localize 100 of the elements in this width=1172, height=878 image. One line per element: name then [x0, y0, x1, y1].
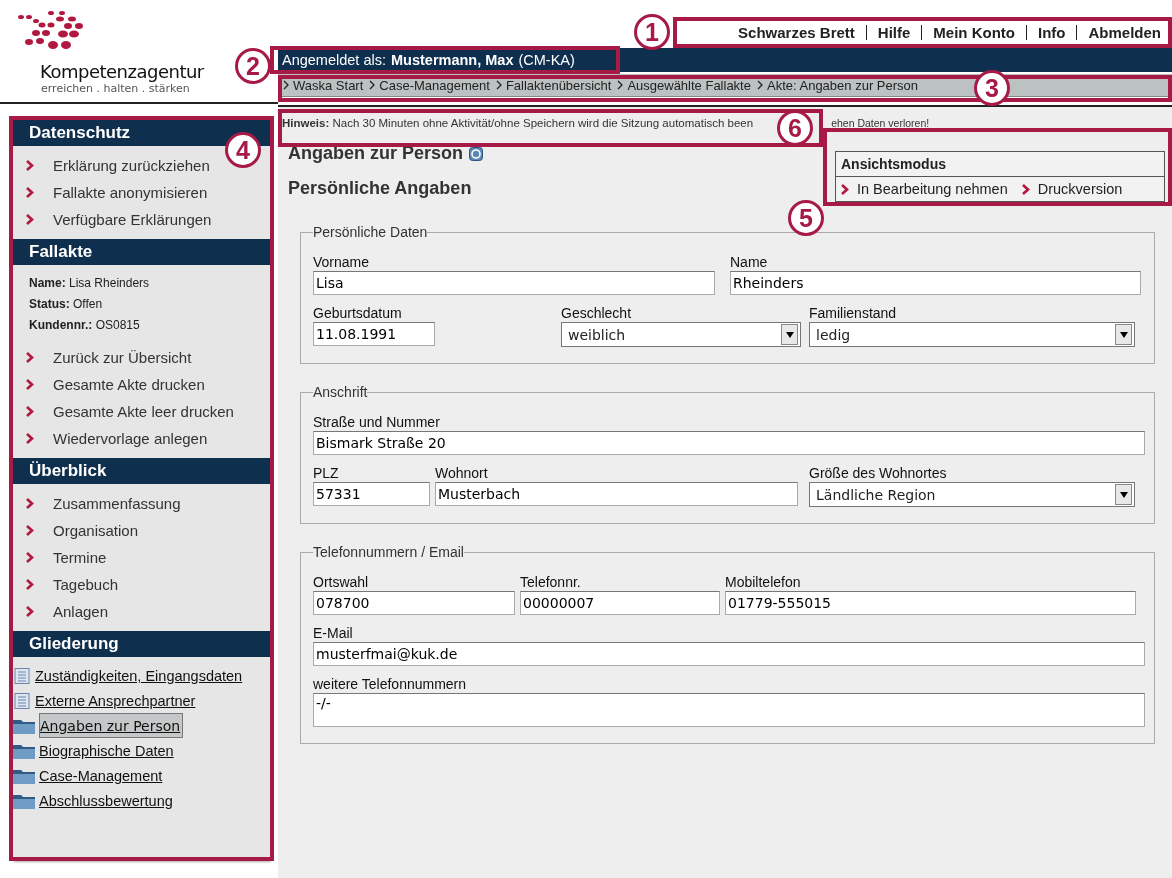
chevron-icon: [495, 80, 502, 90]
page-title: Angaben zur Person: [288, 143, 464, 164]
case-info: Status: Offen: [29, 296, 104, 313]
logo-name: Kompetenzagentur: [40, 61, 204, 82]
top-nav-link[interactable]: Schwarzes Brett: [727, 23, 866, 41]
section-title: Persönliche Angaben: [288, 178, 473, 199]
chevron-icon: [26, 498, 34, 509]
input-field[interactable]: Lisa: [313, 271, 715, 295]
user-role: (CM-KA): [518, 51, 575, 70]
top-nav-link[interactable]: Mein Konto: [922, 23, 1026, 41]
dropdown[interactable]: weiblich: [561, 322, 801, 347]
sidebar-heading: Fallakte: [13, 239, 270, 265]
dropdown-arrow-icon: [785, 331, 794, 338]
chevron-icon: [617, 80, 624, 90]
input-field[interactable]: Musterbach: [435, 482, 798, 506]
field-label: Vorname: [313, 253, 371, 271]
top-nav-link[interactable]: Info: [1027, 23, 1077, 41]
field-label: Wohnort: [435, 464, 489, 482]
dropdown-arrow-icon: [1119, 491, 1128, 498]
field-label: weitere Telefonnummern: [313, 675, 468, 693]
sidebar-heading: Gliederung: [13, 631, 270, 657]
outline-link[interactable]: Externe Ansprechpartner: [35, 692, 198, 709]
field-label: PLZ: [313, 464, 340, 482]
field-label: Geburtsdatum: [313, 304, 403, 322]
field-label: Geschlecht: [561, 304, 633, 322]
sidebar-link[interactable]: Verfügbare Erklärungen: [53, 211, 212, 228]
sidebar-link[interactable]: Tagebuch: [53, 576, 119, 593]
view-mode-link[interactable]: Druckversion: [1037, 181, 1123, 197]
input-field[interactable]: 57331: [313, 482, 430, 506]
field-label: Mobiltelefon: [725, 573, 802, 591]
login-label: Angemeldet als:: [282, 51, 386, 70]
top-nav-link[interactable]: Hilfe: [866, 23, 922, 41]
chevron-icon: [841, 183, 849, 195]
chevron-icon: [26, 379, 34, 390]
field-label: E-Mail: [313, 624, 354, 642]
breadcrumb-link[interactable]: Waska Start: [293, 77, 364, 93]
sidebar-link[interactable]: Zurück zur Übersicht: [53, 349, 192, 366]
field-label: Telefonnr.: [520, 573, 582, 591]
field-label: Familienstand: [809, 304, 898, 322]
outline-link[interactable]: Case-Management: [39, 767, 165, 784]
sidebar-link[interactable]: Fallakte anonymisieren: [53, 184, 208, 201]
chevron-icon: [26, 187, 34, 198]
field-label: Straße und Nummer: [313, 413, 441, 431]
logo-tagline: erreichen . halten . stärken: [41, 82, 191, 95]
breadcrumb-link[interactable]: Fallaktenübersicht: [505, 77, 612, 93]
help-icon[interactable]: [469, 146, 484, 161]
folder-icon: [13, 742, 35, 759]
chevron-icon: [26, 352, 34, 363]
sidebar-link[interactable]: Organisation: [53, 522, 139, 539]
breadcrumb-link[interactable]: Ausgewählte Fallakte: [627, 77, 751, 93]
sidebar-link[interactable]: Anlagen: [53, 603, 109, 620]
sidebar-link[interactable]: Zusammenfassung: [53, 495, 181, 512]
annotation-number: 1: [634, 14, 670, 50]
breadcrumb-link[interactable]: Akte: Angaben zur Person: [766, 77, 918, 93]
fieldset-legend: Anschrift: [313, 384, 368, 400]
chevron-icon: [1021, 183, 1030, 195]
folder-icon: [13, 717, 35, 734]
field-label: Name: [730, 253, 769, 271]
annotation-number: 3: [974, 70, 1010, 106]
chevron-icon: [26, 433, 34, 444]
sidebar-link[interactable]: Gesamte Akte drucken: [53, 376, 205, 393]
sidebar-link[interactable]: Gesamte Akte leer drucken: [53, 403, 234, 420]
folder-icon: [13, 792, 35, 809]
text-area[interactable]: -/-: [313, 693, 1145, 727]
chevron-icon: [283, 80, 289, 90]
outline-link[interactable]: Zuständigkeiten, Eingangsdaten: [35, 667, 245, 684]
breadcrumb-link[interactable]: Case-Management: [379, 77, 490, 93]
chevron-icon: [756, 80, 763, 90]
dropdown-arrow-icon: [1119, 331, 1128, 338]
input-field[interactable]: musterfmai@kuk.de: [313, 642, 1145, 666]
input-field[interactable]: 01779-555015: [725, 591, 1136, 615]
field-label: Größe des Wohnortes: [809, 464, 948, 482]
input-field[interactable]: 00000007: [520, 591, 720, 615]
folder-icon: [13, 767, 35, 784]
chevron-icon: [26, 579, 34, 590]
input-field[interactable]: Rheinders: [730, 271, 1141, 295]
session-hint: Hinweis: Nach 30 Minuten ohne Aktivität/ohne Speichern wird die Sitzung automatisch been: [282, 117, 754, 129]
sidebar-link[interactable]: Termine: [53, 549, 107, 566]
dropdown[interactable]: ledig: [809, 322, 1135, 347]
chevron-icon: [26, 552, 34, 563]
input-field[interactable]: 11.08.1991: [313, 322, 435, 346]
input-field[interactable]: 078700: [313, 591, 515, 615]
sidebar-link[interactable]: Erklärung zurückziehen: [53, 157, 210, 174]
outline-link[interactable]: Abschlussbewertung: [39, 792, 175, 809]
chevron-icon: [26, 406, 34, 417]
annotation-number: 2: [235, 48, 271, 84]
view-mode-title: Ansichtsmodus: [836, 152, 1164, 177]
chevron-icon: [26, 214, 34, 225]
outline-link[interactable]: Biographische Daten: [39, 742, 176, 759]
view-mode-link[interactable]: In Bearbeitung nehmen: [857, 181, 1008, 197]
sidebar-link[interactable]: Wiedervorlage anlegen: [53, 430, 208, 447]
chevron-icon: [26, 606, 34, 617]
input-field[interactable]: Bismark Straße 20: [313, 431, 1145, 455]
dropdown[interactable]: Ländliche Region: [809, 482, 1135, 507]
case-info: Name: Lisa Rheinders: [29, 275, 151, 292]
sidebar-heading: Überblick: [13, 458, 270, 484]
outline-link[interactable]: Angaben zur Person: [39, 713, 184, 738]
chevron-icon: [26, 160, 34, 171]
chevron-icon: [369, 80, 376, 90]
top-nav-link[interactable]: Abmelden: [1077, 23, 1172, 41]
